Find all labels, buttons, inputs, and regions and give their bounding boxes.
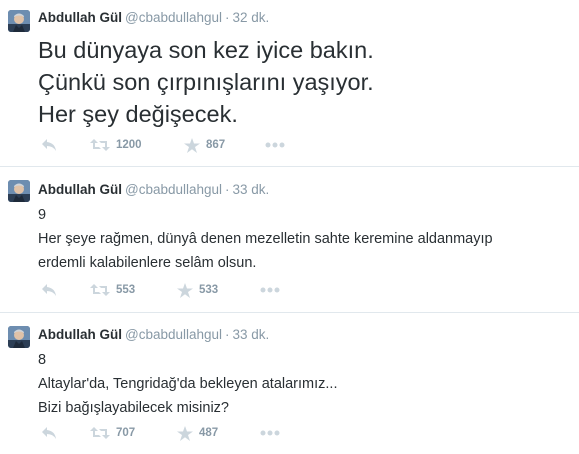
tweet-line: Bizi bağışlayabilecek misiniz? (38, 400, 229, 416)
retweet-count: 707 (116, 427, 136, 439)
tweet-header: Abdullah Gül @cbabdullahgul · 33 dk. (38, 182, 269, 197)
favorite-count: 867 (206, 139, 226, 151)
separator: · (225, 327, 230, 342)
retweet-count: 553 (116, 284, 136, 296)
tweet[interactable]: Abdullah Gül @cbabdullahgul · 33 dk. 9 Her … (0, 168, 579, 313)
tweet-line: Her şey değişecek. (38, 101, 238, 127)
more-button[interactable] (260, 281, 280, 299)
author-handle[interactable]: @cbabdullahgul (125, 327, 222, 342)
tweet-text: Bu dünyaya son kez iyice bakın. Çünkü so… (38, 34, 569, 130)
author-handle[interactable]: @cbabdullahgul (125, 182, 222, 197)
retweet-button[interactable]: 1200 (90, 136, 142, 154)
favorite-button[interactable]: 487 (177, 424, 218, 442)
tweet-line: Her şeye rağmen, dünyâ denen mezelletin … (38, 231, 493, 247)
timestamp[interactable]: 33 dk. (233, 182, 270, 197)
tweet-header: Abdullah Gül @cbabdullahgul · 33 dk. (38, 327, 269, 342)
tweet-actions: 707 487 (38, 424, 338, 442)
tweet-text: 9 Her şeye rağmen, dünyâ denen mezelleti… (38, 203, 569, 275)
timestamp[interactable]: 32 dk. (233, 10, 270, 25)
tweet-line: 8 (38, 352, 47, 368)
timestamp[interactable]: 33 dk. (233, 327, 270, 342)
retweet-button[interactable]: 707 (90, 424, 135, 442)
tweet-line: Bu dünyaya son kez iyice bakın. (38, 37, 374, 63)
tweet-header: Abdullah Gül @cbabdullahgul · 32 dk. (38, 10, 269, 25)
more-icon (265, 142, 285, 148)
author-name[interactable]: Abdullah Gül (38, 10, 122, 25)
tweet[interactable]: Abdullah Gül @cbabdullahgul · 32 dk. Bu dün… (0, 0, 579, 167)
author-name[interactable]: Abdullah Gül (38, 182, 122, 197)
more-button[interactable] (265, 136, 285, 154)
retweet-count: 1200 (116, 139, 142, 151)
more-icon (260, 287, 280, 293)
tweet[interactable]: Abdullah Gül @cbabdullahgul · 33 dk. 8 Alta… (0, 314, 579, 454)
retweet-icon (90, 427, 110, 439)
tweet-line: erdemli kalabilenlere selâm olsun. (38, 255, 257, 271)
avatar[interactable] (8, 10, 30, 32)
retweet-icon (90, 284, 110, 296)
tweet-text: 8 Altaylar'da, Tengridağ'da bekleyen ata… (38, 348, 569, 420)
reply-button[interactable] (41, 281, 57, 299)
tweet-line: Altaylar'da, Tengridağ'da bekleyen atala… (38, 376, 338, 392)
separator: · (225, 10, 230, 25)
retweet-button[interactable]: 553 (90, 281, 135, 299)
favorite-button[interactable]: 867 (184, 136, 225, 154)
author-name[interactable]: Abdullah Gül (38, 327, 122, 342)
more-button[interactable] (260, 424, 280, 442)
reply-icon (42, 139, 56, 151)
more-icon (260, 430, 280, 436)
tweet-actions: 1200 867 (38, 136, 338, 154)
star-icon (177, 282, 193, 298)
author-handle[interactable]: @cbabdullahgul (125, 10, 222, 25)
avatar[interactable] (8, 180, 30, 202)
favorite-button[interactable]: 533 (177, 281, 218, 299)
tweet-line: Çünkü son çırpınışlarını yaşıyor. (38, 69, 374, 95)
separator: · (225, 182, 230, 197)
favorite-count: 487 (199, 427, 219, 439)
reply-icon (42, 427, 56, 439)
star-icon (177, 425, 193, 441)
reply-button[interactable] (41, 424, 57, 442)
retweet-icon (90, 139, 110, 151)
tweet-line: 9 (38, 207, 47, 223)
tweet-actions: 553 533 (38, 281, 338, 299)
avatar[interactable] (8, 326, 30, 348)
favorite-count: 533 (199, 284, 219, 296)
star-icon (184, 137, 200, 153)
reply-button[interactable] (41, 136, 57, 154)
reply-icon (42, 284, 56, 296)
